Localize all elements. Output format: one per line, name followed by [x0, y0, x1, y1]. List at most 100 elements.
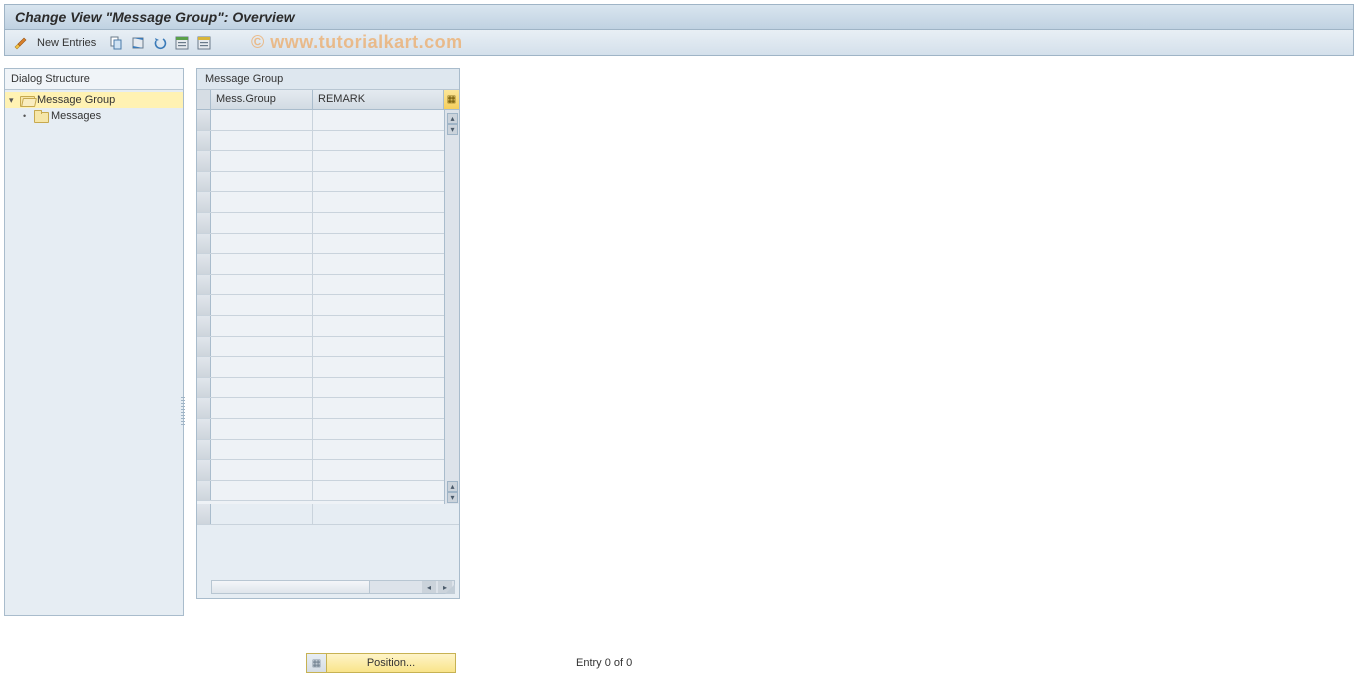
row-selector-header[interactable] [197, 90, 211, 109]
grid-cell[interactable] [211, 357, 313, 377]
grid-cell[interactable] [211, 481, 313, 501]
table-settings-button[interactable]: ▦ [444, 90, 459, 110]
row-selector[interactable] [197, 234, 211, 254]
table-row[interactable] [197, 131, 444, 152]
grid-cell[interactable] [211, 460, 313, 480]
row-selector[interactable] [197, 316, 211, 336]
grid-cell[interactable] [211, 275, 313, 295]
row-selector[interactable] [197, 481, 211, 501]
resize-handle-icon[interactable] [445, 584, 455, 594]
table-row[interactable] [197, 110, 444, 131]
grid-cell[interactable] [211, 398, 313, 418]
scroll-down-button[interactable]: ▾ [447, 124, 458, 135]
new-entries-button[interactable]: New Entries [33, 33, 104, 53]
tree-collapse-icon[interactable]: ▾ [9, 95, 17, 106]
row-selector[interactable] [197, 151, 211, 171]
grid-cell[interactable] [211, 110, 313, 130]
table-row[interactable] [197, 357, 444, 378]
grid-cell[interactable] [211, 213, 313, 233]
row-selector[interactable] [197, 440, 211, 460]
grid-cell[interactable] [313, 481, 444, 501]
row-selector[interactable] [197, 192, 211, 212]
vertical-scrollbar[interactable]: ▦ ▴ ▾ ▴ ▾ [444, 90, 459, 504]
row-selector[interactable] [197, 357, 211, 377]
column-header-mess-group[interactable]: Mess.Group [211, 90, 313, 109]
row-selector[interactable] [197, 131, 211, 151]
grid-cell[interactable] [313, 131, 444, 151]
grid-cell[interactable] [313, 460, 444, 480]
table-row[interactable] [197, 172, 444, 193]
select-all-button[interactable] [172, 33, 192, 53]
grid-cell[interactable] [313, 337, 444, 357]
grid-cell[interactable] [211, 234, 313, 254]
table-row[interactable] [197, 295, 444, 316]
splitter-handle[interactable] [181, 397, 185, 425]
table-row[interactable] [197, 192, 444, 213]
delete-button[interactable] [128, 33, 148, 53]
table-row[interactable] [197, 275, 444, 296]
grid-cell[interactable] [211, 151, 313, 171]
grid-cell[interactable] [313, 357, 444, 377]
row-selector[interactable] [197, 398, 211, 418]
grid-cell[interactable] [211, 295, 313, 315]
tree-node-messages[interactable]: • Messages [5, 108, 183, 124]
table-row[interactable] [197, 254, 444, 275]
grid-cell[interactable] [313, 151, 444, 171]
grid-cell[interactable] [313, 295, 444, 315]
grid-cell[interactable] [211, 172, 313, 192]
grid-cell[interactable] [211, 440, 313, 460]
grid-cell[interactable] [211, 192, 313, 212]
table-row[interactable] [197, 481, 444, 502]
row-selector[interactable] [197, 213, 211, 233]
grid-cell[interactable] [313, 378, 444, 398]
table-row[interactable] [197, 213, 444, 234]
grid-cell[interactable] [313, 110, 444, 130]
grid-cell[interactable] [211, 337, 313, 357]
row-selector[interactable] [197, 254, 211, 274]
tree-node-message-group[interactable]: ▾ Message Group [5, 92, 183, 108]
grid-cell[interactable] [211, 131, 313, 151]
grid-cell[interactable] [211, 254, 313, 274]
table-row[interactable] [197, 151, 444, 172]
grid-cell[interactable] [313, 504, 459, 524]
scroll-up-button[interactable]: ▴ [447, 113, 458, 124]
grid-cell[interactable] [313, 275, 444, 295]
grid-cell[interactable] [313, 234, 444, 254]
row-selector[interactable] [197, 337, 211, 357]
toggle-view-button[interactable] [11, 33, 31, 53]
grid-cell[interactable] [313, 316, 444, 336]
table-row[interactable] [197, 440, 444, 461]
data-grid[interactable]: Mess.Group REMARK [197, 90, 444, 504]
table-row[interactable] [197, 378, 444, 399]
grid-cell[interactable] [313, 172, 444, 192]
grid-cell[interactable] [211, 504, 313, 524]
grid-cell[interactable] [211, 419, 313, 439]
scroll-thumb[interactable] [212, 581, 370, 593]
table-row[interactable] [197, 460, 444, 481]
grid-cell[interactable] [313, 213, 444, 233]
copy-as-button[interactable] [106, 33, 126, 53]
column-header-remark[interactable]: REMARK [313, 90, 444, 109]
grid-cell[interactable] [211, 316, 313, 336]
grid-cell[interactable] [313, 398, 444, 418]
row-selector[interactable] [197, 110, 211, 130]
position-button[interactable]: ▦ Position... [306, 653, 456, 673]
row-selector[interactable] [197, 172, 211, 192]
table-row[interactable] [197, 337, 444, 358]
scroll-up-button-2[interactable]: ▴ [447, 481, 458, 492]
table-row[interactable] [197, 316, 444, 337]
grid-cell[interactable] [313, 440, 444, 460]
table-row[interactable] [197, 419, 444, 440]
row-selector[interactable] [197, 460, 211, 480]
grid-cell[interactable] [313, 419, 444, 439]
grid-cell[interactable] [313, 192, 444, 212]
table-row[interactable] [197, 398, 444, 419]
undo-button[interactable] [150, 33, 170, 53]
horizontal-scrollbar[interactable]: ◂ ▸ [211, 580, 455, 594]
row-selector[interactable] [197, 295, 211, 315]
table-row[interactable] [197, 234, 444, 255]
scroll-left-button[interactable]: ◂ [422, 581, 436, 593]
grid-cell[interactable] [313, 254, 444, 274]
deselect-all-button[interactable] [194, 33, 214, 53]
row-selector[interactable] [197, 378, 211, 398]
